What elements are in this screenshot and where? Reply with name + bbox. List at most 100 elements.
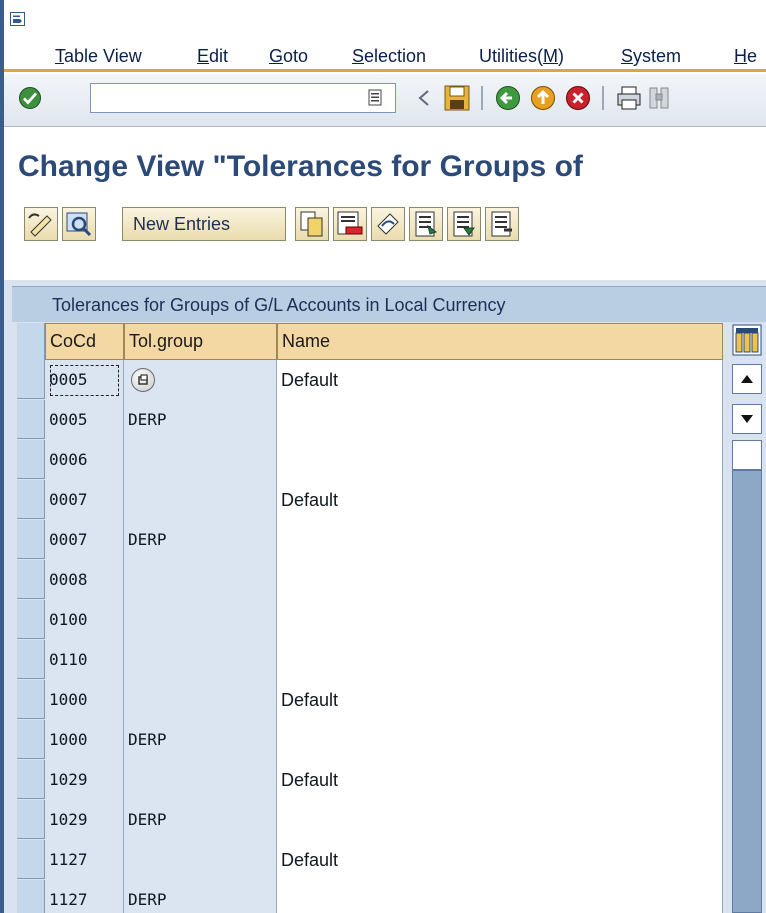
cell-cocd[interactable]: 0005 xyxy=(45,400,124,441)
cancel-icon[interactable] xyxy=(565,85,591,111)
select-block-button[interactable] xyxy=(447,207,481,241)
row-selector[interactable] xyxy=(17,360,45,399)
exit-icon[interactable] xyxy=(530,85,556,111)
cell-cocd[interactable]: 0006 xyxy=(45,440,124,481)
cell-cocd[interactable]: 1029 xyxy=(45,760,124,801)
table-vertical-scrollbar[interactable] xyxy=(732,324,766,913)
cell-tolgroup[interactable] xyxy=(124,760,277,801)
menu-goto[interactable]: Goto xyxy=(269,46,308,67)
command-field[interactable] xyxy=(90,83,396,114)
row-selector[interactable] xyxy=(17,560,45,599)
row-selector[interactable] xyxy=(17,480,45,519)
row-selector[interactable] xyxy=(17,680,45,719)
cell-tolgroup[interactable] xyxy=(124,840,277,881)
other-view-button[interactable] xyxy=(62,207,96,241)
cell-name[interactable]: Default xyxy=(277,360,723,401)
cell-tolgroup[interactable]: DERP xyxy=(124,800,277,841)
undo-change-button[interactable] xyxy=(371,207,405,241)
cell-tolgroup[interactable] xyxy=(124,560,277,601)
cell-tolgroup[interactable] xyxy=(124,480,277,521)
command-input[interactable] xyxy=(91,84,355,114)
select-all-rows-button[interactable] xyxy=(17,323,45,362)
menu-system[interactable]: System xyxy=(621,46,681,67)
column-header-cocd[interactable]: CoCd xyxy=(45,323,124,360)
cell-cocd[interactable]: 1127 xyxy=(45,840,124,881)
row-selector[interactable] xyxy=(17,400,45,439)
cell-cocd[interactable]: 1029 xyxy=(45,800,124,841)
cell-name[interactable]: Default xyxy=(277,760,723,801)
cell-name[interactable]: Default xyxy=(277,680,723,721)
select-all-button[interactable] xyxy=(409,207,443,241)
table-row: 0007 Default xyxy=(17,480,723,521)
row-selector[interactable] xyxy=(17,880,45,913)
print-icon[interactable] xyxy=(616,85,642,111)
toolbar-separator xyxy=(602,86,604,110)
row-selector[interactable] xyxy=(17,520,45,559)
menu-utilities[interactable]: Utilities(M) xyxy=(479,46,564,67)
cell-cocd[interactable]: 0007 xyxy=(45,480,124,521)
cell-tolgroup[interactable] xyxy=(124,640,277,681)
cell-cocd[interactable]: 0008 xyxy=(45,560,124,601)
cell-name[interactable] xyxy=(277,640,723,681)
menu-selection[interactable]: Selection xyxy=(352,46,426,67)
scroll-down-button[interactable] xyxy=(732,404,762,434)
cell-cocd[interactable]: 0005 xyxy=(45,360,124,401)
row-selector[interactable] xyxy=(17,640,45,679)
row-selector[interactable] xyxy=(17,720,45,759)
save-icon[interactable] xyxy=(444,85,470,111)
deselect-all-button[interactable] xyxy=(485,207,519,241)
display-change-button[interactable] xyxy=(24,207,58,241)
row-selector[interactable] xyxy=(17,800,45,839)
application-toolbar: New Entries xyxy=(4,200,766,256)
enter-check-icon[interactable] xyxy=(18,86,42,110)
cell-cocd[interactable]: 1127 xyxy=(45,880,124,913)
column-header-tolgroup[interactable]: Tol.group xyxy=(124,323,277,360)
cell-tolgroup[interactable]: DERP xyxy=(124,720,277,761)
menu-help[interactable]: He xyxy=(734,46,757,67)
delete-icon xyxy=(337,211,363,235)
cell-cocd[interactable]: 0100 xyxy=(45,600,124,641)
page-title: Change View "Tolerances for Groups of xyxy=(18,150,583,183)
table-row: 1127 Default xyxy=(17,840,723,881)
cell-tolgroup[interactable] xyxy=(124,600,277,641)
cell-name[interactable] xyxy=(277,800,723,841)
command-field-dropdown-icon[interactable] xyxy=(368,89,382,107)
cell-cocd[interactable]: 0110 xyxy=(45,640,124,681)
cell-cocd[interactable]: 1000 xyxy=(45,720,124,761)
scroll-up-button[interactable] xyxy=(732,364,762,394)
cell-name[interactable] xyxy=(277,600,723,641)
system-menu-icon[interactable] xyxy=(10,12,25,26)
column-settings-icon[interactable] xyxy=(732,324,762,356)
cell-tolgroup[interactable]: DERP xyxy=(124,400,277,441)
menu-table-view[interactable]: Table View xyxy=(55,46,142,67)
cell-name[interactable]: Default xyxy=(277,840,723,881)
row-selector[interactable] xyxy=(17,840,45,879)
collapse-arrow-icon[interactable] xyxy=(418,90,430,106)
cell-name[interactable] xyxy=(277,400,723,441)
column-header-name[interactable]: Name xyxy=(277,323,723,360)
cell-name[interactable] xyxy=(277,560,723,601)
cell-cocd[interactable]: 1000 xyxy=(45,680,124,721)
row-selector[interactable] xyxy=(17,600,45,639)
back-icon[interactable] xyxy=(495,85,521,111)
cell-name[interactable] xyxy=(277,440,723,481)
cell-name[interactable] xyxy=(277,880,723,913)
copy-as-button[interactable] xyxy=(295,207,329,241)
cell-cocd[interactable]: 0007 xyxy=(45,520,124,561)
cell-tolgroup[interactable] xyxy=(124,680,277,721)
scroll-thumb[interactable] xyxy=(732,440,762,470)
cell-name[interactable]: Default xyxy=(277,480,723,521)
cell-name[interactable] xyxy=(277,720,723,761)
cell-tolgroup[interactable]: DERP xyxy=(124,880,277,913)
row-selector[interactable] xyxy=(17,440,45,479)
cell-tolgroup[interactable] xyxy=(124,440,277,481)
cell-name[interactable] xyxy=(277,520,723,561)
scroll-track[interactable] xyxy=(732,470,762,913)
cell-tolgroup[interactable]: DERP xyxy=(124,520,277,561)
value-help-icon[interactable] xyxy=(131,368,155,392)
new-entries-button[interactable]: New Entries xyxy=(122,207,286,241)
find-icon[interactable] xyxy=(648,85,670,111)
menu-edit[interactable]: Edit xyxy=(197,46,228,67)
row-selector[interactable] xyxy=(17,760,45,799)
delete-button[interactable] xyxy=(333,207,367,241)
